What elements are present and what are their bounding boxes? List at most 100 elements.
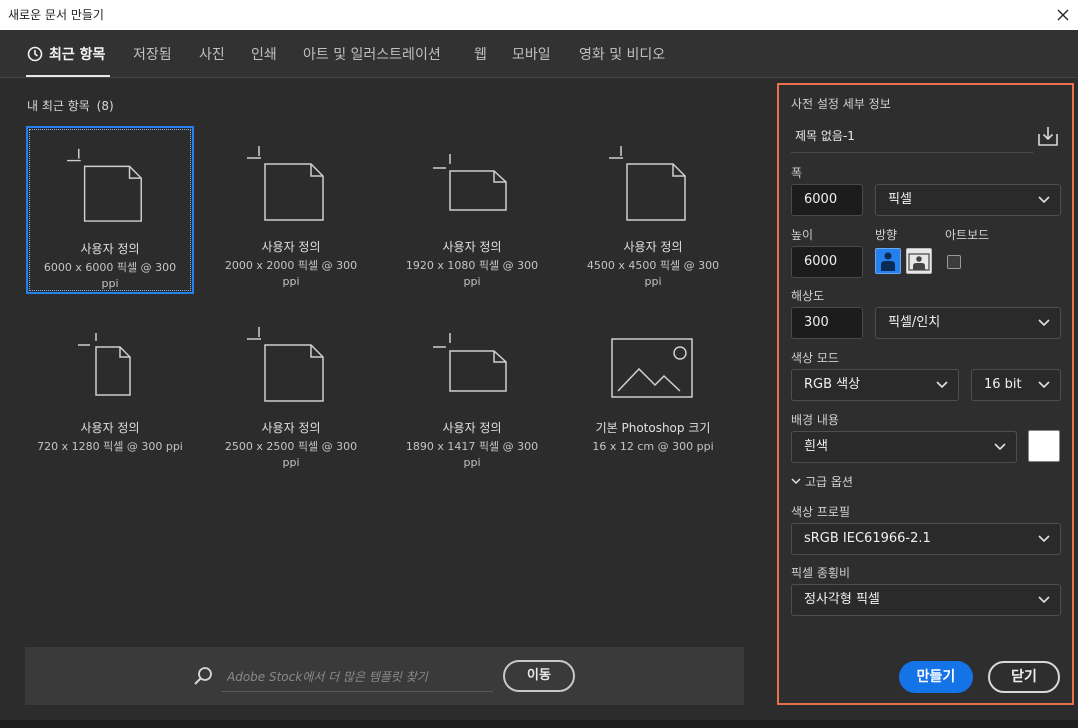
tab-art-illustration[interactable]: 아트 및 일러스트레이션 xyxy=(303,44,441,64)
window-title: 새로운 문서 만들기 xyxy=(8,8,104,22)
card-meta: 720 x 1280 픽셀 @ 300 ppi xyxy=(37,440,183,453)
color-mode-value: RGB 색상 xyxy=(804,377,861,392)
recent-item-card[interactable]: 사용자 정의 4500 x 4500 픽셀 @ 300 ppi xyxy=(569,126,737,294)
chevron-down-icon xyxy=(1038,381,1050,389)
document-icon xyxy=(609,146,686,221)
card-meta: 1890 x 1417 픽셀 @ 300 ppi xyxy=(405,440,539,469)
card-meta: 6000 x 6000 픽셀 @ 300 ppi xyxy=(43,261,177,290)
person-portrait-icon xyxy=(881,252,895,271)
card-name: 사용자 정의 xyxy=(80,242,140,256)
color-mode-label: 색상 모드 xyxy=(791,351,839,365)
tab-film-video[interactable]: 영화 및 비디오 xyxy=(579,44,665,64)
resolution-label: 해상도 xyxy=(791,289,825,303)
recent-item-card[interactable]: 사용자 정의 1920 x 1080 픽셀 @ 300 ppi xyxy=(388,126,556,294)
active-tab-indicator xyxy=(26,75,110,77)
orientation-label: 방향 xyxy=(875,228,898,242)
bit-depth-select[interactable]: 16 bit xyxy=(971,369,1061,401)
title-bar: 새로운 문서 만들기 xyxy=(0,0,1078,30)
tab-mobile[interactable]: 모바일 xyxy=(512,44,551,64)
width-label: 폭 xyxy=(791,166,803,180)
recent-heading-label: 내 최근 항목 xyxy=(27,99,90,113)
resolution-unit-value: 픽셀/인치 xyxy=(888,315,941,330)
stock-search-bar: 이동 xyxy=(25,647,744,705)
tab-label: 최근 항목 xyxy=(49,47,106,63)
close-window-button[interactable] xyxy=(1048,0,1078,30)
preset-details-panel: 사전 설정 세부 정보 제목 없음-1 폭 6000 픽셀 높이 방향 아트보드… xyxy=(777,83,1074,705)
advanced-options-label: 고급 옵션 xyxy=(805,475,853,489)
card-name: 기본 Photoshop 크기 xyxy=(595,421,711,435)
recent-item-card[interactable]: 기본 Photoshop 크기 16 x 12 cm @ 300 ppi xyxy=(569,307,737,475)
chevron-down-icon xyxy=(1038,535,1050,543)
search-icon xyxy=(194,667,212,685)
height-input[interactable]: 6000 xyxy=(791,246,863,278)
card-name: 사용자 정의 xyxy=(442,240,502,254)
chevron-down-icon xyxy=(1038,596,1050,604)
recent-item-card[interactable]: 사용자 정의 2500 x 2500 픽셀 @ 300 ppi xyxy=(207,307,375,475)
width-unit-value: 픽셀 xyxy=(888,192,912,207)
chevron-down-icon xyxy=(1038,196,1050,204)
advanced-options-toggle[interactable]: 고급 옵션 xyxy=(791,473,853,490)
preset-details-heading: 사전 설정 세부 정보 xyxy=(791,97,891,111)
tab-photo[interactable]: 사진 xyxy=(199,44,225,64)
stock-search-input[interactable] xyxy=(221,662,493,692)
document-name-field[interactable]: 제목 없음-1 xyxy=(791,123,1033,153)
pixel-aspect-label: 픽셀 종횡비 xyxy=(791,566,851,580)
card-name: 사용자 정의 xyxy=(442,421,502,435)
card-meta: 2500 x 2500 픽셀 @ 300 ppi xyxy=(224,440,358,469)
recent-item-card[interactable]: 사용자 정의 1890 x 1417 픽셀 @ 300 ppi xyxy=(388,307,556,475)
recent-item-card[interactable]: 사용자 정의 2000 x 2000 픽셀 @ 300 ppi xyxy=(207,126,375,294)
color-profile-value: sRGB IEC61966-2.1 xyxy=(804,531,931,546)
chevron-down-icon xyxy=(994,443,1006,451)
chevron-down-icon xyxy=(1038,319,1050,327)
width-unit-select[interactable]: 픽셀 xyxy=(875,184,1061,216)
portrait-orientation-button[interactable] xyxy=(875,248,901,274)
recent-item-card[interactable]: 사용자 정의 720 x 1280 픽셀 @ 300 ppi xyxy=(26,307,194,475)
background-select[interactable]: 흰색 xyxy=(791,431,1017,463)
close-button[interactable]: 닫기 xyxy=(988,661,1060,693)
create-button[interactable]: 만들기 xyxy=(899,661,973,693)
document-icon xyxy=(433,333,507,392)
color-profile-select[interactable]: sRGB IEC61966-2.1 xyxy=(791,523,1061,555)
card-meta: 2000 x 2000 픽셀 @ 300 ppi xyxy=(224,259,358,288)
close-icon xyxy=(1057,9,1069,21)
resolution-unit-select[interactable]: 픽셀/인치 xyxy=(875,307,1061,339)
tab-saved[interactable]: 저장됨 xyxy=(133,44,172,64)
recent-items-heading: 내 최근 항목 (8) xyxy=(27,97,114,114)
tab-web[interactable]: 웹 xyxy=(474,44,487,64)
width-input[interactable]: 6000 xyxy=(791,184,863,216)
document-icon xyxy=(67,148,142,222)
landscape-orientation-button[interactable] xyxy=(906,248,932,274)
recent-count: (8) xyxy=(96,99,114,113)
document-icon xyxy=(247,327,324,402)
category-tabs: 최근 항목 저장됨 사진 인쇄 아트 및 일러스트레이션 웹 모바일 영화 및 … xyxy=(0,30,1078,78)
clock-icon xyxy=(27,46,43,62)
background-color-swatch[interactable] xyxy=(1028,430,1060,462)
artboard-label: 아트보드 xyxy=(945,228,990,242)
recent-item-card[interactable]: 사용자 정의 6000 x 6000 픽셀 @ 300 ppi xyxy=(26,126,194,294)
card-name: 사용자 정의 xyxy=(261,421,321,435)
save-preset-icon[interactable] xyxy=(1037,125,1059,147)
document-icon xyxy=(433,154,507,211)
color-mode-select[interactable]: RGB 색상 xyxy=(791,369,959,401)
document-icon xyxy=(247,146,324,221)
bottom-strip xyxy=(0,720,1078,728)
card-meta: 1920 x 1080 픽셀 @ 300 ppi xyxy=(405,259,539,288)
tab-print[interactable]: 인쇄 xyxy=(251,44,277,64)
color-profile-label: 색상 프로필 xyxy=(791,505,851,519)
card-name: 사용자 정의 xyxy=(261,240,321,254)
card-name: 사용자 정의 xyxy=(80,421,140,435)
document-icon xyxy=(78,333,131,396)
pixel-aspect-value: 정사각형 픽셀 xyxy=(804,592,880,607)
height-label: 높이 xyxy=(791,228,814,242)
image-placeholder-icon xyxy=(611,338,693,398)
chevron-down-icon xyxy=(791,478,801,485)
pixel-aspect-select[interactable]: 정사각형 픽셀 xyxy=(791,584,1061,616)
go-button[interactable]: 이동 xyxy=(503,660,575,692)
artboard-checkbox[interactable] xyxy=(947,255,961,269)
chevron-down-icon xyxy=(936,381,948,389)
resolution-input[interactable]: 300 xyxy=(791,307,863,339)
background-value: 흰색 xyxy=(804,439,828,454)
person-landscape-icon xyxy=(908,253,930,271)
background-label: 배경 내용 xyxy=(791,413,839,427)
tab-recent[interactable]: 최근 항목 xyxy=(27,44,105,64)
